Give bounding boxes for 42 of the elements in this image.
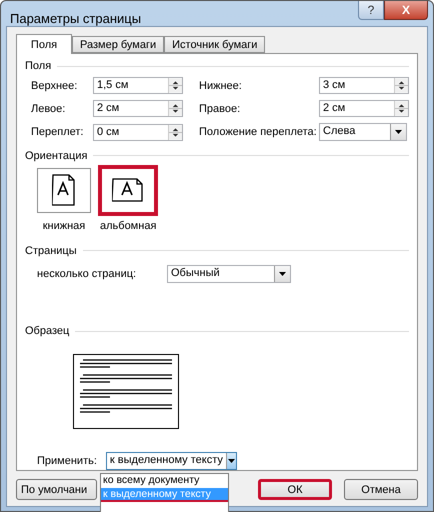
spin-field[interactable]: 0 см <box>93 124 183 141</box>
field-label: Применить: <box>37 455 97 468</box>
ok-button[interactable]: ОК <box>258 479 332 500</box>
orientation-button[interactable] <box>37 168 91 213</box>
field-label: Правое: <box>199 102 242 115</box>
tab[interactable]: Источник бумаги <box>164 36 266 53</box>
pages-dropdown[interactable]: Обычный <box>167 264 291 283</box>
field-label: Положение переплета: <box>199 126 318 138</box>
section-heading: Страницы <box>25 244 77 257</box>
spinner-arrows-icon[interactable] <box>168 78 182 94</box>
orientation-label: альбомная <box>100 220 156 232</box>
field-label: Нижнее: <box>199 80 243 92</box>
section-heading: Образец <box>25 325 70 338</box>
spin-field[interactable]: 1,5 см <box>93 77 183 94</box>
window-title: Параметры страницы <box>10 11 142 26</box>
field-label: несколько страниц: <box>37 266 138 280</box>
dropdown-arrow-icon <box>228 459 235 464</box>
spinner-arrows-icon[interactable] <box>168 101 182 116</box>
spin-field[interactable]: 3 см <box>319 77 409 94</box>
apply-dropdown[interactable]: к выделенному тексту <box>106 452 237 470</box>
default-button[interactable]: По умолчани <box>16 479 97 500</box>
spinner-arrows-icon[interactable] <box>394 101 408 116</box>
binding-position-dropdown[interactable]: Слева <box>319 123 407 142</box>
spinner-arrows-icon[interactable] <box>168 124 182 140</box>
dropdown-arrow-icon <box>395 130 402 134</box>
spinner-arrows-icon[interactable] <box>394 78 408 94</box>
spin-field[interactable]: 2 см <box>93 100 183 118</box>
field-label: Верхнее: <box>31 80 78 92</box>
cancel-button[interactable]: Отмена <box>344 479 418 500</box>
section-heading: Ориентация <box>25 150 88 162</box>
tab[interactable]: Поля <box>16 34 72 54</box>
dropdown-arrow-icon <box>279 272 286 276</box>
tab[interactable]: Размер бумаги <box>72 36 164 53</box>
field-label: Левое: <box>31 102 66 115</box>
field-label: Переплет: <box>31 126 84 138</box>
orientation-button[interactable] <box>101 168 156 213</box>
portrait-page-icon <box>52 174 76 206</box>
orientation-label: книжная <box>42 220 86 232</box>
section-heading: Поля <box>25 60 52 72</box>
spin-field[interactable]: 2 см <box>319 100 409 118</box>
landscape-page-icon <box>112 178 144 202</box>
help-button[interactable]: ? <box>358 1 384 20</box>
